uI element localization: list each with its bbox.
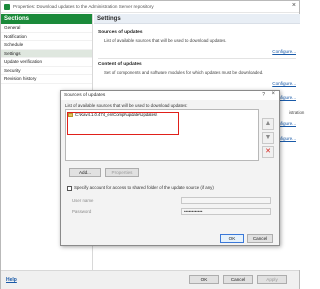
user-name-field[interactable] xyxy=(181,197,271,204)
close-icon[interactable]: × xyxy=(292,2,296,9)
sources-list-label: List of available sources that will be u… xyxy=(65,103,188,108)
dialog-cancel-button[interactable]: Cancel xyxy=(247,234,273,243)
sources-list[interactable]: C:\Kav4.1.0.474_en\Compl\update\Updates\ xyxy=(65,109,259,161)
sidebar-item-schedule[interactable]: Schedule xyxy=(1,41,92,50)
partial-text: istration xyxy=(289,110,305,115)
app-icon xyxy=(4,4,10,10)
move-down-button[interactable]: ▼ xyxy=(262,132,274,144)
help-icon[interactable]: ? xyxy=(262,92,265,98)
ok-button[interactable]: OK xyxy=(189,275,219,284)
account-checkbox-label: Specify account for access to shared fol… xyxy=(74,185,214,190)
sidebar-item-notification[interactable]: Notification xyxy=(1,33,92,41)
sources-section-desc: List of available sources that will be u… xyxy=(104,38,227,43)
password-label: Password xyxy=(72,209,92,214)
arrow-down-icon: ▼ xyxy=(264,134,272,141)
delete-button[interactable]: ✕ xyxy=(262,146,274,158)
move-up-button[interactable]: ▲ xyxy=(262,118,274,130)
window-footer: Help OK Cancel Apply xyxy=(1,270,299,289)
apply-button[interactable]: Apply xyxy=(257,275,287,284)
sidebar-header: Sections xyxy=(1,14,92,24)
cancel-button[interactable]: Cancel xyxy=(223,275,253,284)
properties-button[interactable]: Properties xyxy=(105,168,139,177)
sidebar-item-general[interactable]: General xyxy=(1,24,92,33)
pane-header: Settings xyxy=(94,14,300,24)
dialog-ok-button[interactable]: OK xyxy=(220,234,244,243)
sources-dialog: Sources of updates ? × List of available… xyxy=(60,90,280,246)
sidebar-item-security[interactable]: Security xyxy=(1,67,92,75)
sidebar-item-revision-history[interactable]: Revision history xyxy=(1,75,92,84)
divider xyxy=(98,58,296,59)
delete-icon: ✕ xyxy=(265,148,271,155)
content-section-desc: Set of components and software modules f… xyxy=(104,70,264,75)
sidebar-item-update-verification[interactable]: Update verification xyxy=(1,58,92,67)
window-title: Properties: Download updates to the Admi… xyxy=(13,4,154,9)
arrow-up-icon: ▲ xyxy=(264,120,272,127)
sources-section-title: Sources of updates xyxy=(98,30,143,35)
title-bar: Properties: Download updates to the Admi… xyxy=(1,1,299,13)
user-name-label: User name xyxy=(72,198,94,203)
help-link[interactable]: Help xyxy=(6,277,17,283)
sidebar-item-settings[interactable]: Settings xyxy=(1,49,92,58)
add-button[interactable]: Add... xyxy=(69,168,101,177)
content-configure-link[interactable]: Configure... xyxy=(272,81,296,86)
content-section-title: Content of updates xyxy=(98,62,142,67)
folder-icon xyxy=(68,112,73,117)
source-path: C:\Kav4.1.0.474_en\Compl\update\Updates\ xyxy=(75,112,158,117)
account-checkbox[interactable] xyxy=(67,186,72,191)
dialog-title: Sources of updates xyxy=(64,93,106,98)
sources-configure-link[interactable]: Configure... xyxy=(272,49,296,54)
dialog-close-icon[interactable]: × xyxy=(271,91,275,97)
list-item[interactable]: C:\Kav4.1.0.474_en\Compl\update\Updates\ xyxy=(68,112,178,119)
password-field[interactable]: •••••••••••• xyxy=(181,208,271,215)
dialog-title-bar: Sources of updates ? × xyxy=(61,91,279,100)
